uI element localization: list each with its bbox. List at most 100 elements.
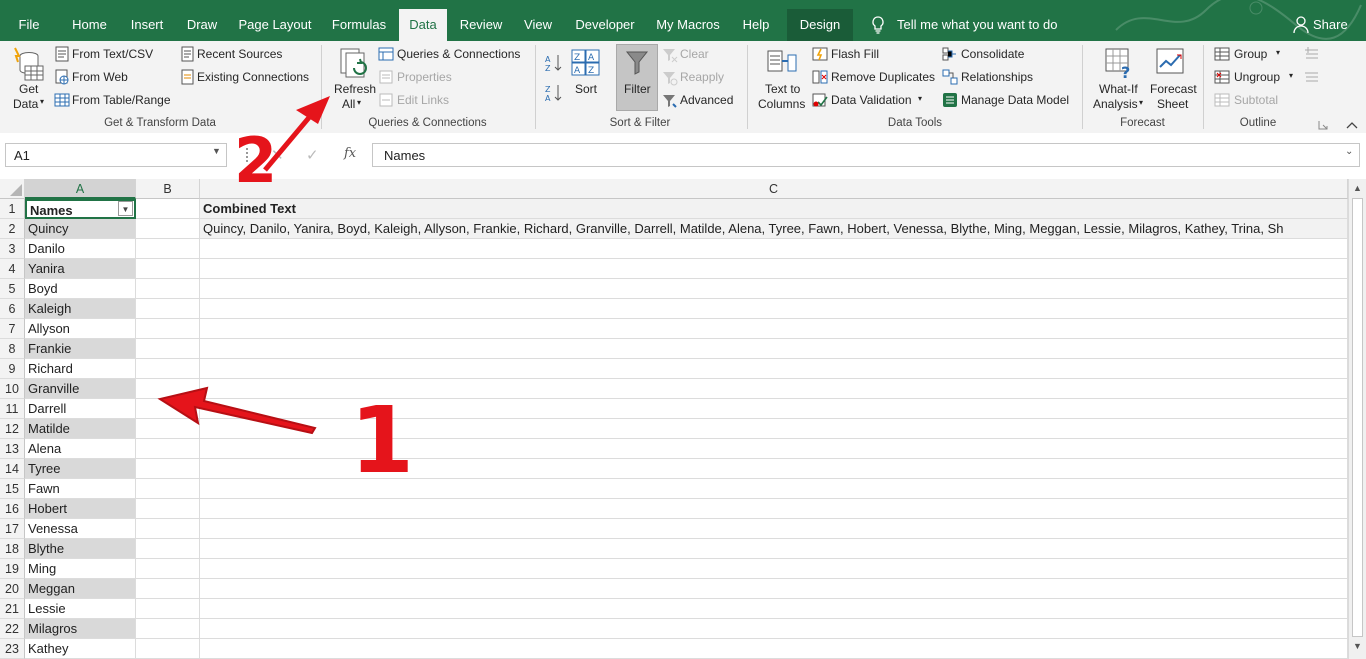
tab-draw[interactable]: Draw <box>178 9 226 41</box>
filter-funnel-icon[interactable] <box>625 49 649 77</box>
cell-name[interactable]: Fawn <box>25 479 136 499</box>
group-button[interactable]: Group <box>1234 47 1267 61</box>
properties-button[interactable]: Properties <box>397 70 452 84</box>
row-header[interactable]: 19 <box>0 559 25 579</box>
tab-file[interactable]: File <box>8 9 50 41</box>
cell-c[interactable] <box>200 539 1348 559</box>
cell-c1[interactable]: Combined Text <box>200 199 1348 219</box>
scroll-up-icon[interactable]: ▲ <box>1353 183 1362 193</box>
hide-detail-icon[interactable] <box>1304 69 1320 83</box>
remove-duplicates-button[interactable]: Remove Duplicates <box>831 70 935 84</box>
cell-c[interactable] <box>200 499 1348 519</box>
cell-name[interactable]: Alena <box>25 439 136 459</box>
column-header-c[interactable]: C <box>200 179 1348 199</box>
from-table-range-button[interactable]: From Table/Range <box>72 93 171 107</box>
recent-sources-button[interactable]: Recent Sources <box>197 47 282 61</box>
cell-b[interactable] <box>136 479 200 499</box>
cell-b[interactable] <box>136 279 200 299</box>
cell-c[interactable] <box>200 599 1348 619</box>
text-to-columns-label[interactable]: Text to <box>765 82 800 96</box>
cell-b[interactable] <box>136 239 200 259</box>
expand-formula-bar-icon[interactable]: ⌄ <box>1345 146 1353 157</box>
cell-name[interactable]: Matilde <box>25 419 136 439</box>
cell-b[interactable] <box>136 339 200 359</box>
forecast-sheet-label[interactable]: Forecast <box>1150 82 1197 96</box>
sort-icon[interactable]: Z AA Z <box>571 49 601 77</box>
row-header[interactable]: 7 <box>0 319 25 339</box>
row-header[interactable]: 8 <box>0 339 25 359</box>
existing-connections-button[interactable]: Existing Connections <box>197 70 309 84</box>
queries-connections-button[interactable]: Queries & Connections <box>397 47 520 61</box>
flash-fill-button[interactable]: Flash Fill <box>831 47 879 61</box>
name-box[interactable]: A1 <box>5 143 227 167</box>
what-if-label[interactable]: What-If <box>1099 82 1138 96</box>
cell-name[interactable]: Milagros <box>25 619 136 639</box>
dialog-launcher-icon[interactable] <box>1318 120 1328 130</box>
show-detail-icon[interactable] <box>1304 46 1320 60</box>
tab-design[interactable]: Design <box>787 9 853 41</box>
tab-developer[interactable]: Developer <box>570 9 640 41</box>
row-header[interactable]: 20 <box>0 579 25 599</box>
cell-b[interactable] <box>136 319 200 339</box>
text-to-columns-icon[interactable] <box>766 49 798 79</box>
cell-b[interactable] <box>136 399 200 419</box>
name-box-dropdown-icon[interactable]: ▼ <box>212 146 221 156</box>
row-header[interactable]: 17 <box>0 519 25 539</box>
filter-dropdown-button[interactable]: ▼ <box>118 201 133 216</box>
cell-name[interactable]: Kathey <box>25 639 136 659</box>
cell-combined-text[interactable]: Quincy, Danilo, Yanira, Boyd, Kaleigh, A… <box>200 219 1348 239</box>
cell-b[interactable] <box>136 379 200 399</box>
row-header[interactable]: 2 <box>0 219 25 239</box>
tab-home[interactable]: Home <box>63 9 116 41</box>
cell-name[interactable]: Frankie <box>25 339 136 359</box>
data-validation-button[interactable]: Data Validation <box>831 93 912 107</box>
cell-c[interactable] <box>200 319 1348 339</box>
share-button[interactable]: Share <box>1313 14 1348 36</box>
reapply-button[interactable]: Reapply <box>680 70 724 84</box>
cell-name[interactable]: Blythe <box>25 539 136 559</box>
manage-data-model-button[interactable]: Manage Data Model <box>961 93 1069 107</box>
cell-name[interactable]: Yanira <box>25 259 136 279</box>
cell-name[interactable]: Darrell <box>25 399 136 419</box>
spreadsheet-grid[interactable]: A B C 1 Names ▼ Combined Text 2 Quincy Quincy,… <box>0 179 1348 659</box>
edit-links-button[interactable]: Edit Links <box>397 93 449 107</box>
cell-c[interactable] <box>200 639 1348 659</box>
filter-label[interactable]: Filter <box>624 82 651 96</box>
cell-b[interactable] <box>136 539 200 559</box>
cell-c[interactable] <box>200 399 1348 419</box>
cell-name[interactable]: Danilo <box>25 239 136 259</box>
row-header[interactable]: 1 <box>0 199 25 219</box>
select-all-corner[interactable] <box>0 179 25 199</box>
row-header[interactable]: 23 <box>0 639 25 659</box>
column-header-b[interactable]: B <box>136 179 200 199</box>
row-header[interactable]: 14 <box>0 459 25 479</box>
cell-c[interactable] <box>200 559 1348 579</box>
cell-b[interactable] <box>136 199 200 219</box>
from-text-csv-button[interactable]: From Text/CSV <box>72 47 153 61</box>
cell-name[interactable]: Allyson <box>25 319 136 339</box>
row-header[interactable]: 5 <box>0 279 25 299</box>
tab-page-layout[interactable]: Page Layout <box>234 9 316 41</box>
cell-b[interactable] <box>136 219 200 239</box>
row-header[interactable]: 18 <box>0 539 25 559</box>
row-header[interactable]: 4 <box>0 259 25 279</box>
what-if-analysis-icon[interactable]: ? <box>1104 47 1136 79</box>
cell-c[interactable] <box>200 439 1348 459</box>
cell-name[interactable]: Lessie <box>25 599 136 619</box>
row-header[interactable]: 15 <box>0 479 25 499</box>
cell-b[interactable] <box>136 299 200 319</box>
refresh-all-icon[interactable] <box>337 46 371 82</box>
dropdown-arrow-icon[interactable]: ▾ <box>357 98 361 107</box>
sort-az-icon[interactable]: AZ <box>545 53 563 73</box>
cell-c[interactable] <box>200 619 1348 639</box>
cell-c[interactable] <box>200 239 1348 259</box>
sort-za-icon[interactable]: ZA <box>545 83 563 103</box>
row-header[interactable]: 13 <box>0 439 25 459</box>
forecast-sheet-icon[interactable] <box>1155 47 1187 79</box>
dropdown-arrow-icon[interactable]: ▾ <box>40 97 44 106</box>
cell-name[interactable]: Granville <box>25 379 136 399</box>
row-header[interactable]: 21 <box>0 599 25 619</box>
ungroup-button[interactable]: Ungroup <box>1234 70 1280 84</box>
dropdown-arrow-icon[interactable]: ▾ <box>918 94 922 103</box>
row-header[interactable]: 6 <box>0 299 25 319</box>
